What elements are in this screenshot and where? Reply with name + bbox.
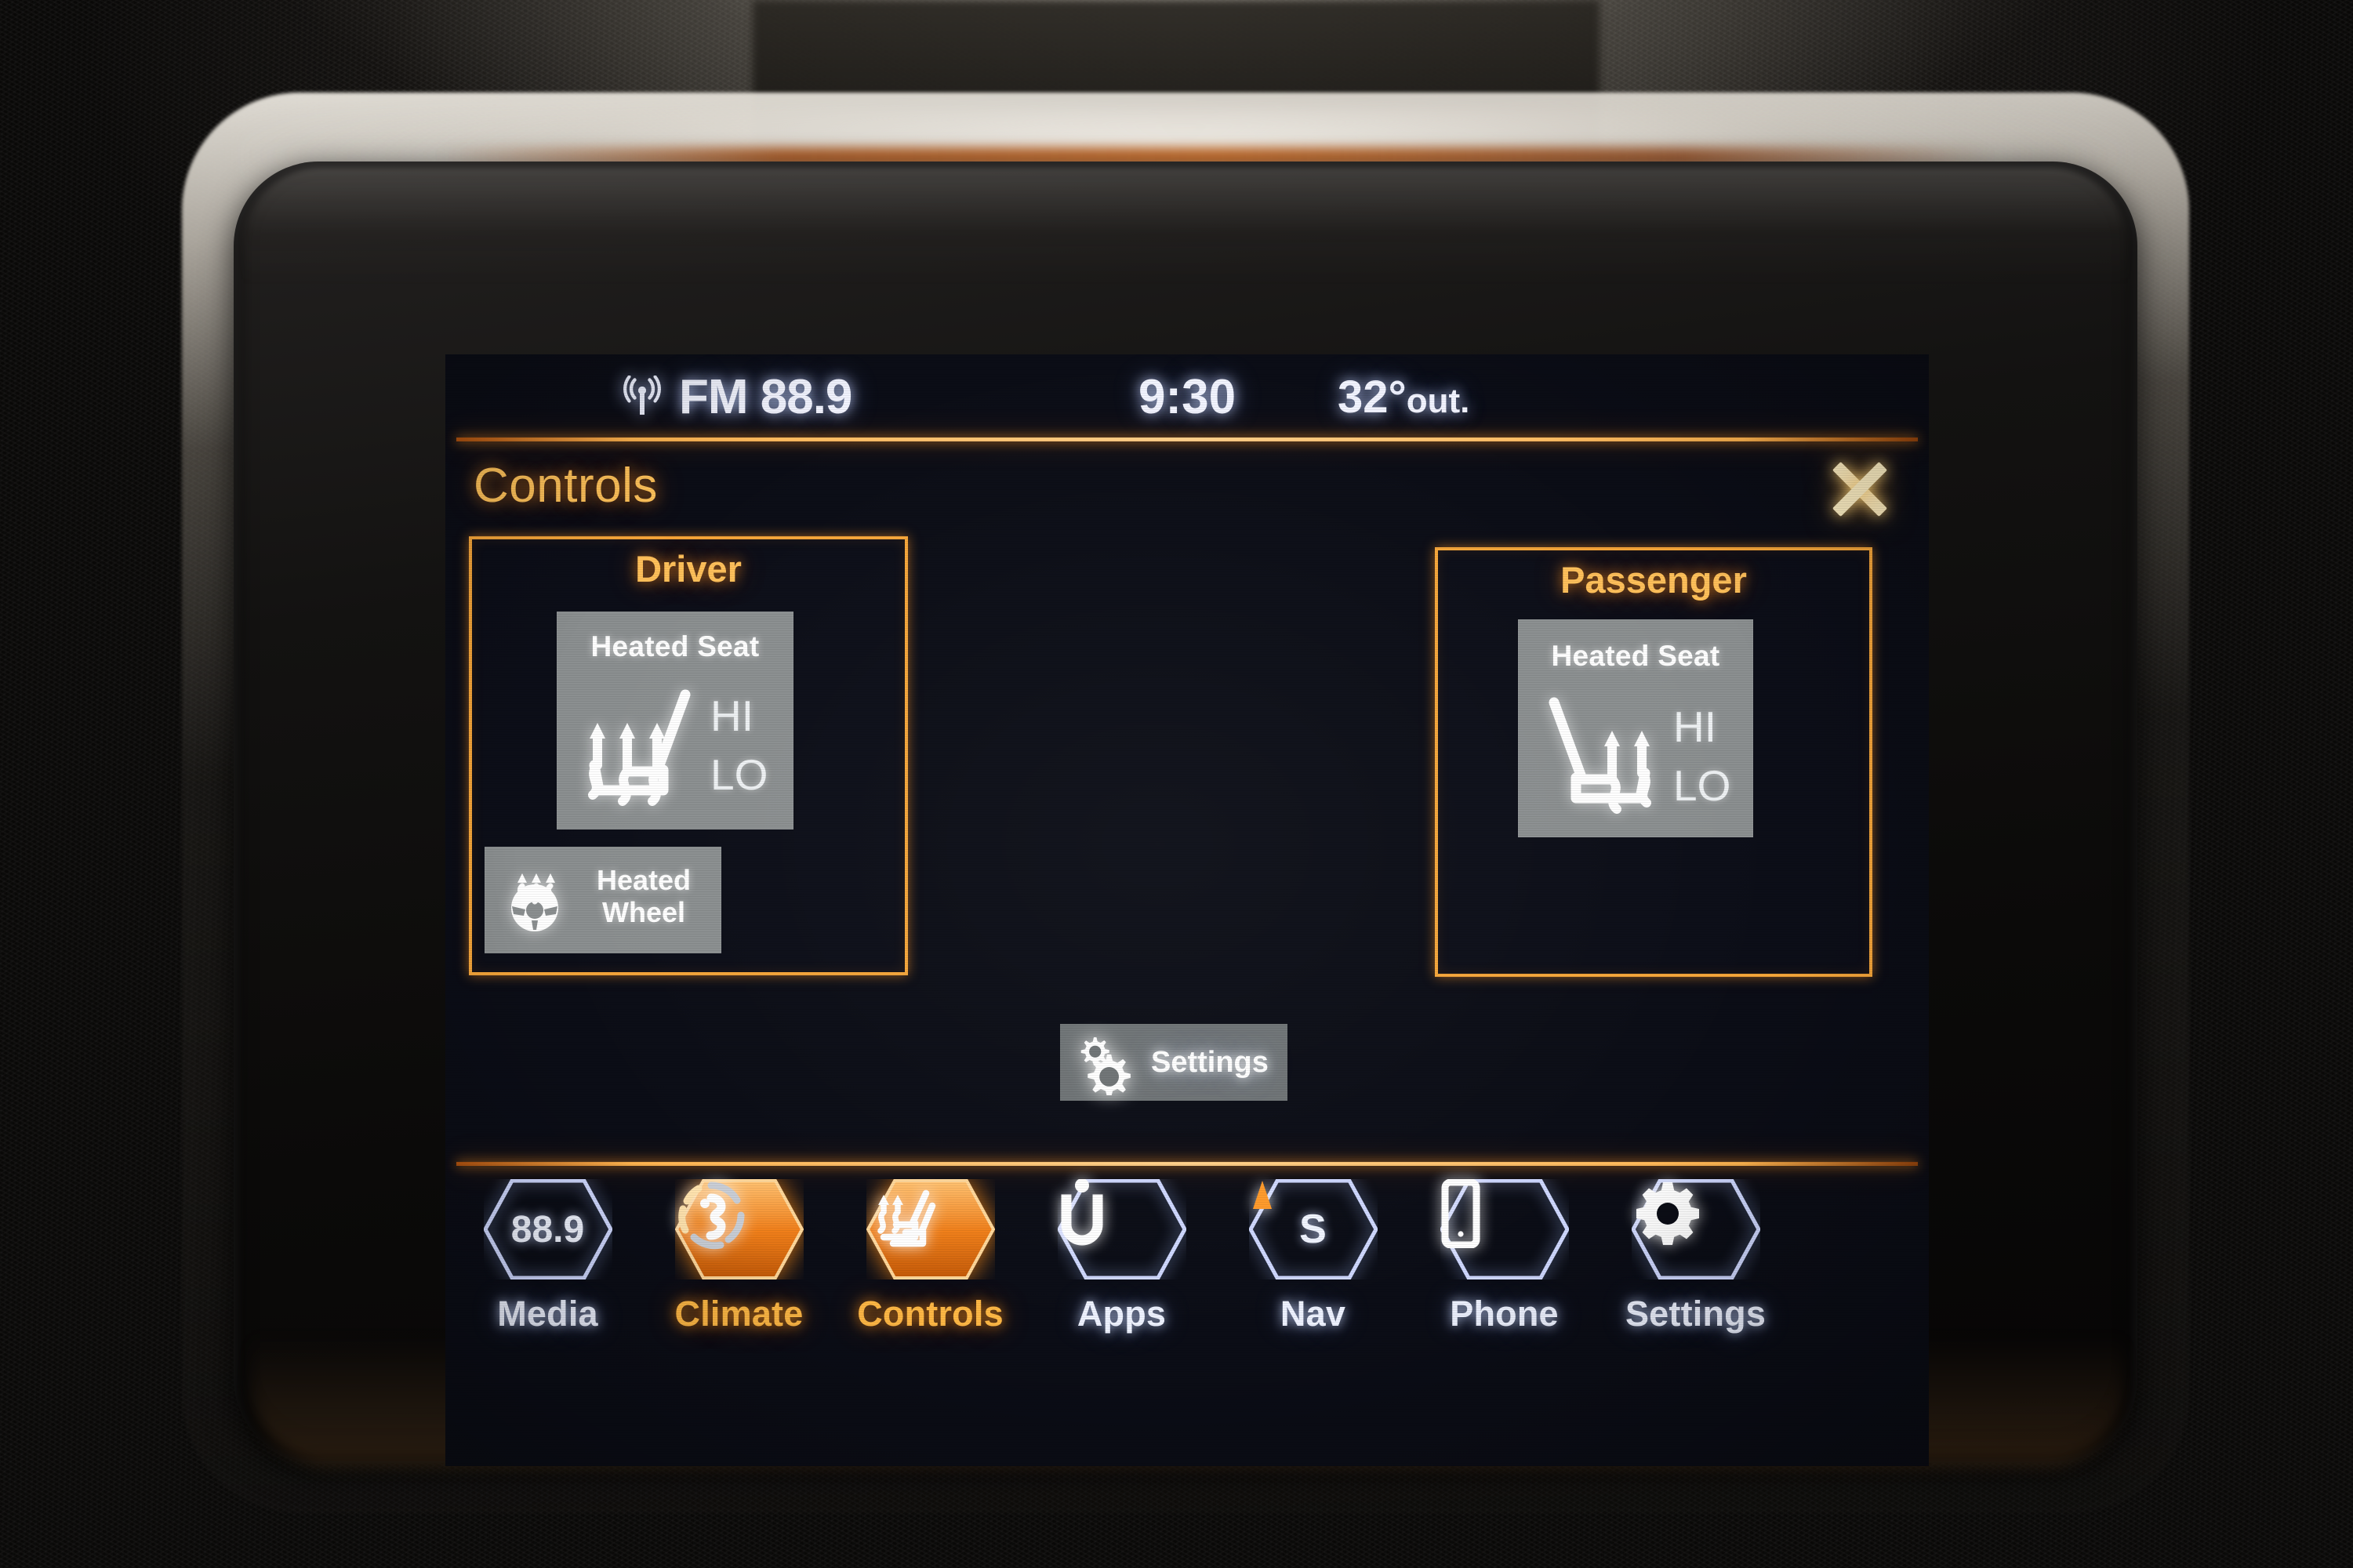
nav-item-climate[interactable]: Climate (651, 1179, 827, 1438)
compass-icon (1252, 1181, 1272, 1209)
nav-label-controls: Controls (857, 1294, 1004, 1334)
status-temperature-suffix: out. (1406, 381, 1470, 420)
controls-hex (866, 1179, 995, 1279)
nav-label-media: Media (497, 1294, 598, 1334)
driver-heated-seat-button[interactable]: Heated Seat HI LO (557, 612, 793, 829)
gear-icon (1636, 1182, 1699, 1245)
dashboard-scene: FM 88.9 9:30 32°out. Controls Driver Hea… (0, 0, 2353, 1568)
settings-button-label: Settings (1151, 1045, 1269, 1079)
passenger-heated-seat-levels: HI LO (1673, 703, 1730, 810)
status-clock: 9:30 (1138, 369, 1236, 424)
passenger-zone-title: Passenger (1560, 559, 1747, 601)
settings-button[interactable]: Settings (1060, 1024, 1287, 1101)
nav-item-nav[interactable]: S Nav (1225, 1179, 1401, 1438)
driver-zone: Driver Heated Seat HI LO Heated Wheel (469, 536, 908, 975)
driver-heated-seat-lo[interactable]: LO (710, 751, 768, 798)
gears-icon (1080, 1037, 1131, 1095)
apps-hex (1057, 1179, 1186, 1279)
bezel-top-rim (243, 168, 2128, 285)
nav-label-settings: Settings (1625, 1294, 1767, 1334)
nav-label-phone: Phone (1450, 1294, 1559, 1334)
status-radio-band: FM 88.9 (679, 369, 852, 424)
nav-item-controls[interactable]: Controls (842, 1179, 1019, 1438)
driver-heated-seat-label: Heated Seat (590, 630, 760, 662)
nav-label-climate: Climate (674, 1294, 804, 1334)
driver-heated-seat-hi[interactable]: HI (710, 692, 768, 739)
status-bar: FM 88.9 9:30 32°out. (445, 354, 1929, 439)
media-hex: 88.9 (483, 1179, 612, 1279)
driver-zone-title: Driver (635, 548, 742, 590)
nav-label-nav: Nav (1280, 1294, 1346, 1334)
driver-heated-wheel-label-line1: Heated (596, 864, 692, 896)
passenger-heated-seat-hi[interactable]: HI (1673, 703, 1730, 750)
status-temperature: 32°out. (1338, 371, 1469, 423)
nav-item-apps[interactable]: Apps (1033, 1179, 1210, 1438)
radio-tower-icon (623, 376, 661, 415)
nav-label-apps: Apps (1077, 1294, 1167, 1334)
heated-seat-icon (588, 689, 691, 806)
page-title: Controls (474, 459, 658, 513)
heated-steering-wheel-icon (511, 873, 558, 931)
driver-heated-wheel-button[interactable]: Heated Wheel (485, 847, 721, 953)
nav-item-settings[interactable]: Settings (1607, 1179, 1784, 1438)
passenger-zone: Passenger Heated Seat HI LO (1435, 547, 1872, 977)
phone-hex (1440, 1179, 1569, 1279)
header-divider (456, 437, 1918, 441)
nav-item-media[interactable]: 88.9 Media (459, 1179, 636, 1438)
driver-heated-wheel-label: Heated Wheel (577, 864, 710, 928)
media-frequency-badge: 88.9 (510, 1208, 585, 1250)
passenger-heated-seat-lo[interactable]: LO (1673, 762, 1730, 809)
driver-heated-seat-levels: HI LO (710, 692, 768, 799)
close-icon[interactable] (1825, 455, 1894, 524)
status-temperature-value: 32° (1338, 371, 1407, 423)
phone-icon (1441, 1179, 1480, 1248)
heated-seat-icon (1549, 697, 1651, 814)
nav-item-phone[interactable]: Phone (1416, 1179, 1592, 1438)
status-radio-group: FM 88.9 (623, 369, 852, 425)
climate-hex (674, 1179, 804, 1279)
heated-seats-icon (877, 1189, 935, 1247)
uconnect-u-icon (1061, 1179, 1102, 1246)
passenger-heated-seat-button[interactable]: Heated Seat HI LO (1518, 619, 1753, 837)
nav-hex: S (1248, 1179, 1378, 1279)
nav-compass-badge: S (1299, 1206, 1327, 1252)
settings-hex (1631, 1179, 1760, 1279)
bottom-navigation-bar: 88.9 Media Climate Controls Apps S Nav P… (445, 1165, 1929, 1466)
infotainment-screen: FM 88.9 9:30 32°out. Controls Driver Hea… (445, 354, 1929, 1466)
passenger-heated-seat-label: Heated Seat (1551, 640, 1720, 672)
fan-icon (677, 1181, 744, 1250)
driver-heated-wheel-label-line2: Wheel (601, 896, 685, 929)
